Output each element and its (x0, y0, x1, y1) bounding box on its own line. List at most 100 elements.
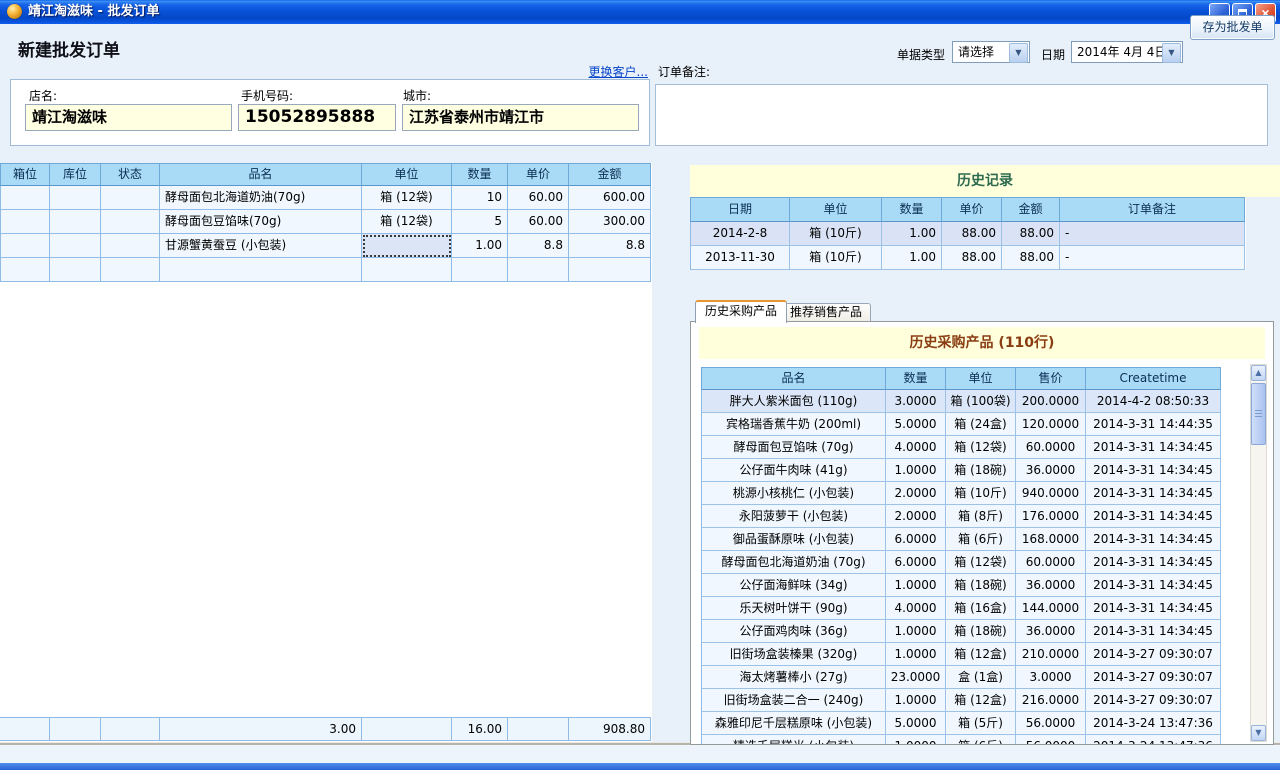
scroll-down-icon[interactable]: ▼ (1251, 725, 1266, 741)
save-wholesale-button[interactable]: 存为批发单 (1190, 15, 1275, 40)
cell-box-position[interactable] (0, 210, 50, 234)
cell-unit: 箱 (8斤) (946, 505, 1016, 528)
shop-name-input[interactable]: 靖江淘滋味 (25, 104, 232, 131)
cell-amount[interactable]: 300.00 (569, 210, 651, 234)
product-row[interactable]: 海太烤薯棒小 (27g) 23.0000 盒 (1盒) 3.0000 2014-… (701, 666, 1222, 689)
order-notes-textarea[interactable] (655, 84, 1268, 146)
product-row[interactable]: 精选千层糕米 (小包装) 1.0000 箱 (6斤) 56.0000 2014-… (701, 735, 1222, 745)
title-bar: 靖江淘滋味 - 批发订单 × (0, 0, 1280, 24)
cell-unit[interactable] (362, 234, 452, 258)
history-row[interactable]: 2013-11-30 箱 (10斤) 1.00 88.00 88.00 - (690, 246, 1246, 270)
cell-quantity[interactable]: 5 (452, 210, 508, 234)
product-row[interactable]: 御品蛋酥原味 (小包装) 6.0000 箱 (6斤) 168.0000 2014… (701, 528, 1222, 551)
window-title: 靖江淘滋味 - 批发订单 (28, 0, 159, 24)
column-header: 数量 (452, 163, 508, 186)
change-customer-link[interactable]: 更换客户... (570, 63, 648, 80)
history-row[interactable]: 2014-2-8 箱 (10斤) 1.00 88.00 88.00 - (690, 222, 1246, 246)
cell-product-name[interactable] (160, 258, 362, 282)
cell-stock-position[interactable] (50, 258, 101, 282)
totals-empty (50, 717, 101, 741)
cell-product-name: 精选千层糕米 (小包装) (701, 735, 886, 745)
cell-unit: 箱 (12盒) (946, 689, 1016, 712)
chevron-down-icon[interactable]: ▼ (1009, 43, 1028, 63)
tab-history-products[interactable]: 历史采购产品 (695, 300, 787, 323)
page-title: 新建批发订单 (18, 36, 120, 61)
cell-box-position[interactable] (0, 258, 50, 282)
product-row[interactable]: 森雅印尼千层糕原味 (小包装) 5.0000 箱 (5斤) 56.0000 20… (701, 712, 1222, 735)
product-row[interactable]: 桃源小核桃仁 (小包装) 2.0000 箱 (10斤) 940.0000 201… (701, 482, 1222, 505)
product-row[interactable]: 酵母面包北海道奶油 (70g) 6.0000 箱 (12袋) 60.0000 2… (701, 551, 1222, 574)
cell-unit[interactable] (362, 258, 452, 282)
cell-quantity[interactable]: 1.00 (452, 234, 508, 258)
product-row[interactable]: 公仔面鸡肉味 (36g) 1.0000 箱 (18碗) 36.0000 2014… (701, 620, 1222, 643)
cell-status[interactable] (101, 258, 160, 282)
cell-stock-position[interactable] (50, 234, 101, 258)
product-row[interactable]: 旧街场盒装二合一 (240g) 1.0000 箱 (12盒) 216.0000 … (701, 689, 1222, 712)
cell-product-name[interactable]: 酵母面包豆馅味(70g) (160, 210, 362, 234)
order-grid-row: 甘源蟹黄蚕豆 (小包装) 1.00 8.8 8.8 (0, 234, 652, 258)
cell-createtime: 2014-3-31 14:34:45 (1086, 482, 1221, 505)
cell-sale-price: 120.0000 (1016, 413, 1086, 436)
cell-stock-position[interactable] (50, 186, 101, 210)
cell-box-position[interactable] (0, 234, 50, 258)
products-scrollbar[interactable]: ▲ ▼ (1250, 364, 1267, 742)
footer-blue-bar (0, 763, 1280, 770)
product-row[interactable]: 永阳菠萝干 (小包装) 2.0000 箱 (8斤) 176.0000 2014-… (701, 505, 1222, 528)
cell-quantity: 5.0000 (886, 712, 946, 735)
product-row[interactable]: 公仔面海鲜味 (34g) 1.0000 箱 (18碗) 36.0000 2014… (701, 574, 1222, 597)
cell-unit: 箱 (18碗) (946, 574, 1016, 597)
cell-quantity[interactable] (452, 258, 508, 282)
cell-product-name[interactable]: 酵母面包北海道奶油(70g) (160, 186, 362, 210)
cell-unit-price[interactable] (508, 258, 569, 282)
cell-unit-price[interactable]: 60.00 (508, 186, 569, 210)
phone-input[interactable]: 15052895888 (238, 104, 396, 131)
cell-product-name: 公仔面鸡肉味 (36g) (701, 620, 886, 643)
cell-product-name: 海太烤薯棒小 (27g) (701, 666, 886, 689)
product-row[interactable]: 胖大人紫米面包 (110g) 3.0000 箱 (100袋) 200.0000 … (701, 390, 1222, 413)
cell-sale-price: 3.0000 (1016, 666, 1086, 689)
cell-quantity[interactable]: 10 (452, 186, 508, 210)
cell-unit: 箱 (18碗) (946, 459, 1016, 482)
cell-unit: 箱 (16盒) (946, 597, 1016, 620)
cell-unit-price: 88.00 (942, 222, 1002, 246)
cell-status[interactable] (101, 234, 160, 258)
date-select[interactable]: 2014年 4月 4日 ▼ (1071, 41, 1183, 63)
cell-createtime: 2014-3-31 14:34:45 (1086, 459, 1221, 482)
cell-amount[interactable]: 600.00 (569, 186, 651, 210)
cell-unit-price[interactable]: 60.00 (508, 210, 569, 234)
cell-product-name: 旧街场盒装二合一 (240g) (701, 689, 886, 712)
cell-amount[interactable] (569, 258, 651, 282)
chevron-down-icon[interactable]: ▼ (1162, 43, 1181, 63)
scrollbar-thumb[interactable] (1251, 383, 1266, 445)
column-header: 金额 (569, 163, 651, 186)
city-input[interactable]: 江苏省泰州市靖江市 (402, 104, 639, 131)
doc-type-select[interactable]: 请选择 ▼ (952, 41, 1030, 63)
product-row[interactable]: 旧街场盒装榛果 (320g) 1.0000 箱 (12盒) 210.0000 2… (701, 643, 1222, 666)
cell-status[interactable] (101, 210, 160, 234)
cell-unit[interactable]: 箱 (12袋) (362, 186, 452, 210)
app-icon (7, 4, 22, 19)
cell-unit-price[interactable]: 8.8 (508, 234, 569, 258)
cell-quantity: 6.0000 (886, 551, 946, 574)
cell-sale-price: 216.0000 (1016, 689, 1086, 712)
cell-product-name[interactable]: 甘源蟹黄蚕豆 (小包装) (160, 234, 362, 258)
order-grid-row (0, 258, 652, 282)
cell-quantity: 1.0000 (886, 735, 946, 745)
product-row[interactable]: 宾格瑞香蕉牛奶 (200ml) 5.0000 箱 (24盒) 120.0000 … (701, 413, 1222, 436)
cell-stock-position[interactable] (50, 210, 101, 234)
product-row[interactable]: 乐天树叶饼干 (90g) 4.0000 箱 (16盒) 144.0000 201… (701, 597, 1222, 620)
history-table-body: 2014-2-8 箱 (10斤) 1.00 88.00 88.00 - 2013… (690, 222, 1246, 270)
scroll-up-icon[interactable]: ▲ (1251, 365, 1266, 381)
cell-unit: 箱 (10斤) (790, 222, 882, 246)
cell-unit[interactable]: 箱 (12袋) (362, 210, 452, 234)
cell-box-position[interactable] (0, 186, 50, 210)
cell-status[interactable] (101, 186, 160, 210)
cell-amount[interactable]: 8.8 (569, 234, 651, 258)
totals-empty (508, 717, 569, 741)
product-row[interactable]: 酵母面包豆馅味 (70g) 4.0000 箱 (12袋) 60.0000 201… (701, 436, 1222, 459)
cell-createtime: 2014-3-31 14:44:35 (1086, 413, 1221, 436)
app-window: 靖江淘滋味 - 批发订单 × 新建批发订单 单据类型 请选择 ▼ 日期 2014… (0, 0, 1280, 770)
tab-recommended-products[interactable]: 推荐销售产品 (781, 303, 871, 322)
order-grid-row: 酵母面包豆馅味(70g) 箱 (12袋) 5 60.00 300.00 (0, 210, 652, 234)
product-row[interactable]: 公仔面牛肉味 (41g) 1.0000 箱 (18碗) 36.0000 2014… (701, 459, 1222, 482)
